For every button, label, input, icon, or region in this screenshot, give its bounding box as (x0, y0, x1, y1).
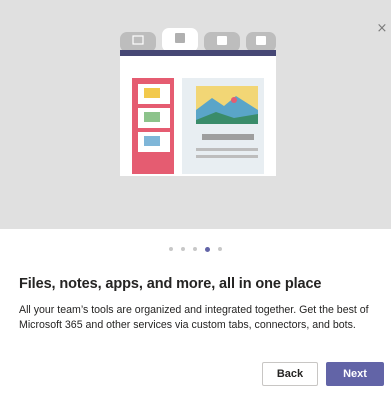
onboarding-dialog: × Files, notes, apps, and more, all in o… (0, 0, 391, 412)
powerpoint-icon (217, 36, 227, 45)
word-document-icon (175, 33, 185, 43)
text-line (202, 134, 254, 140)
carousel-dot[interactable] (218, 247, 222, 251)
carousel-dot[interactable] (181, 247, 185, 251)
carousel-dot[interactable] (193, 247, 197, 251)
dialog-title: Files, notes, apps, and more, all in one… (19, 276, 322, 292)
tab-chat (120, 32, 156, 52)
excel-icon (256, 36, 266, 45)
carousel-dot-active[interactable] (205, 246, 210, 252)
text-line (196, 155, 258, 158)
carousel-dots (0, 244, 391, 254)
carousel-dot[interactable] (169, 247, 173, 251)
next-button[interactable]: Next (326, 362, 384, 386)
back-button[interactable]: Back (262, 362, 318, 386)
tab-excel (246, 32, 276, 52)
hero-illustration-panel: × (0, 0, 391, 229)
dialog-description: All your team’s tools are organized and … (19, 304, 369, 331)
tab-word (162, 28, 198, 52)
landscape-image (196, 86, 258, 124)
text-line (196, 148, 258, 151)
close-icon[interactable]: × (375, 22, 389, 36)
teams-tabs-illustration (120, 28, 276, 176)
tab-powerpoint (204, 32, 240, 52)
tab-bar (120, 50, 276, 56)
